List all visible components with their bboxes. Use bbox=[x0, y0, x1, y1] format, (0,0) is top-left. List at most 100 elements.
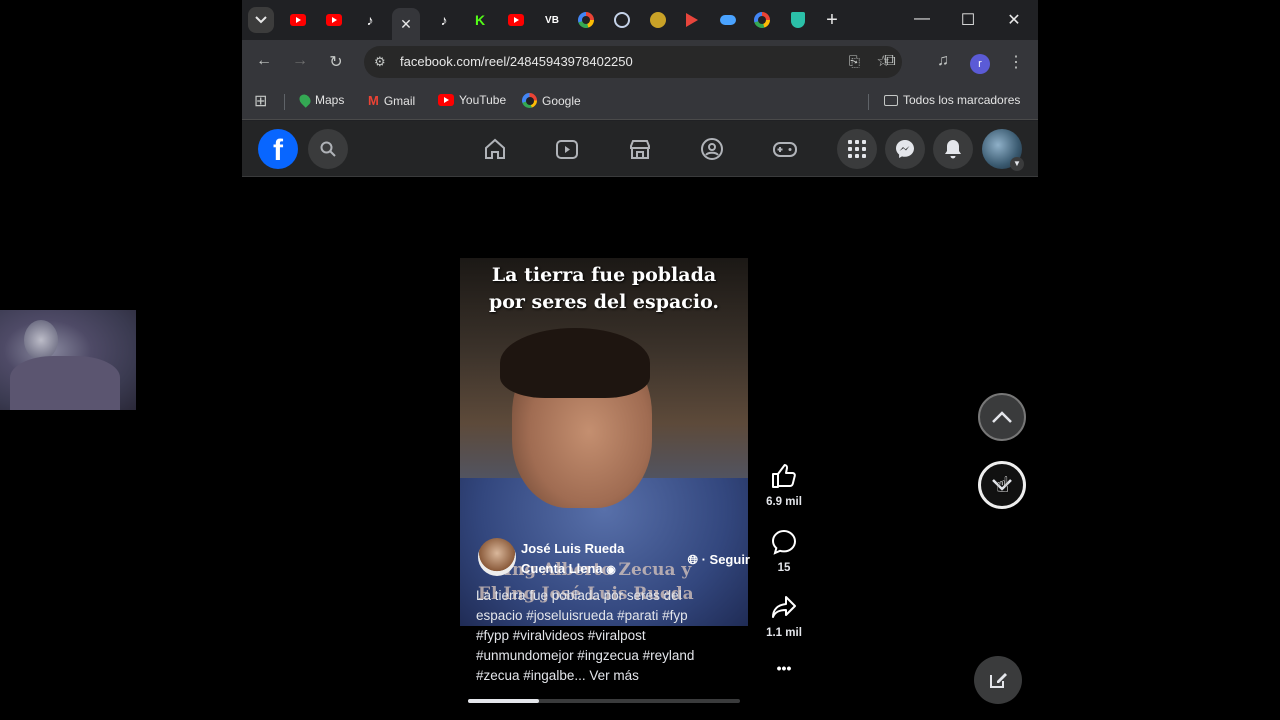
webcam-person-body bbox=[10, 356, 120, 410]
profile-avatar[interactable]: r bbox=[970, 54, 990, 74]
tab-google-1[interactable] bbox=[572, 8, 600, 32]
tab-vb[interactable]: VB bbox=[538, 8, 566, 32]
groups-icon bbox=[701, 138, 723, 160]
bookmark-youtube[interactable]: YouTube bbox=[438, 93, 506, 107]
tab-youtube-1[interactable] bbox=[284, 8, 312, 32]
forward-button[interactable]: → bbox=[290, 52, 310, 70]
google-icon bbox=[578, 12, 594, 28]
verified-icon: ◉ bbox=[606, 564, 616, 576]
tab-shield[interactable] bbox=[784, 8, 812, 32]
nav-marketplace[interactable] bbox=[626, 135, 654, 163]
profile-initial: r bbox=[978, 58, 982, 70]
bookmark-maps[interactable]: Maps bbox=[297, 92, 344, 108]
gaming-icon bbox=[773, 142, 797, 157]
author-account: Cuenta Llena ◉ bbox=[521, 561, 616, 576]
tab-monkey[interactable] bbox=[644, 8, 672, 32]
nav-gaming[interactable] bbox=[771, 135, 799, 163]
share-count: 1.1 mil bbox=[766, 627, 802, 639]
browser-window: ♪ ✕ ♪ K VB + — ☐ ✕ ← → ↻ ⚙ facebook.com/… bbox=[242, 0, 1038, 177]
nav-home[interactable] bbox=[481, 135, 509, 163]
tab-search-button[interactable] bbox=[248, 7, 274, 33]
messenger-button[interactable] bbox=[885, 129, 925, 169]
site-info-icon[interactable]: ⚙ bbox=[374, 54, 386, 70]
follow-button[interactable]: 🌐︎ · Seguir bbox=[688, 552, 750, 568]
webcam-person-head bbox=[24, 320, 58, 360]
apps-grid-icon[interactable]: ⊞ bbox=[254, 91, 267, 111]
all-bookmarks-label: Todos los marcadores bbox=[903, 93, 1021, 107]
account-avatar[interactable]: ▼ bbox=[982, 129, 1024, 171]
like-count: 6.9 mil bbox=[766, 496, 802, 508]
reel-author: José Luis Rueda Cuenta Llena ◉ 🌐︎ · Segu… bbox=[478, 538, 750, 582]
tab-tiktok-2[interactable]: ♪ bbox=[430, 8, 458, 32]
install-app-icon[interactable]: ⎘ bbox=[849, 53, 860, 70]
tab-google-2[interactable] bbox=[748, 8, 776, 32]
share-action[interactable]: 1.1 mil bbox=[756, 594, 812, 639]
extensions-icon[interactable]: ⧉ bbox=[880, 52, 900, 70]
back-button[interactable]: ← bbox=[254, 52, 274, 70]
menu-button[interactable] bbox=[837, 129, 877, 169]
tab-youtube-3[interactable] bbox=[502, 8, 530, 32]
all-bookmarks-folder[interactable]: Todos los marcadores bbox=[884, 93, 1020, 107]
address-bar[interactable]: ⚙ facebook.com/reel/24845943978402250 ⎘ … bbox=[364, 46, 902, 78]
youtube-icon bbox=[508, 14, 524, 26]
comment-action[interactable]: 15 bbox=[756, 529, 812, 574]
create-reel-button[interactable] bbox=[974, 656, 1022, 704]
tab-wordpress[interactable] bbox=[608, 8, 636, 32]
play-arrow-icon bbox=[686, 13, 698, 27]
more-options-button[interactable]: ••• bbox=[756, 660, 812, 676]
new-tab-button[interactable]: + bbox=[822, 9, 842, 32]
previous-reel-button[interactable] bbox=[978, 393, 1026, 441]
tab-kick[interactable]: K bbox=[466, 8, 494, 32]
share-icon bbox=[772, 596, 796, 618]
google-icon bbox=[522, 93, 537, 108]
notifications-button[interactable] bbox=[933, 129, 973, 169]
video-icon bbox=[556, 140, 578, 159]
facebook-logo[interactable]: f bbox=[258, 129, 298, 169]
bookmark-google[interactable]: Google bbox=[522, 93, 581, 108]
thumbs-up-icon bbox=[772, 464, 796, 488]
author-avatar[interactable] bbox=[478, 538, 516, 576]
chevron-up-icon bbox=[992, 411, 1012, 423]
account-chevron-icon: ▼ bbox=[1010, 157, 1024, 171]
bookmarks-bar: ⊞ Maps M Gmail YouTube Google Todos los … bbox=[242, 84, 1038, 120]
tab-cloud[interactable] bbox=[714, 8, 742, 32]
globe-icon: 🌐︎ bbox=[687, 552, 698, 567]
maximize-button[interactable]: ☐ bbox=[958, 10, 978, 30]
kick-icon: K bbox=[474, 12, 486, 28]
caption-line: #unmundomejor #ingzecua #reyland bbox=[476, 648, 695, 663]
reel-caption: La tierra fue poblada por seres del espa… bbox=[476, 586, 746, 686]
video-overlay-title: La tierra fue poblada por seres del espa… bbox=[460, 262, 748, 316]
tab-facebook-active[interactable]: ✕ bbox=[392, 8, 420, 40]
folder-icon bbox=[884, 94, 898, 106]
facebook-search-button[interactable] bbox=[308, 129, 348, 169]
bookmark-gmail[interactable]: M Gmail bbox=[368, 93, 415, 108]
chevron-down-icon bbox=[255, 16, 267, 24]
nav-groups[interactable] bbox=[698, 135, 726, 163]
caption-line: espacio #joseluisrueda #parati #fyp bbox=[476, 608, 688, 623]
youtube-icon bbox=[326, 14, 342, 26]
tab-arrow[interactable] bbox=[678, 8, 706, 32]
video-progress-bar[interactable] bbox=[468, 699, 740, 703]
facebook-header: f ▼ bbox=[242, 121, 1038, 177]
close-icon[interactable]: ✕ bbox=[400, 16, 412, 33]
tab-tiktok-1[interactable]: ♪ bbox=[356, 8, 384, 32]
google-icon bbox=[754, 12, 770, 28]
messenger-icon bbox=[896, 140, 914, 158]
bookmark-label: YouTube bbox=[459, 93, 507, 107]
minimize-button[interactable]: — bbox=[912, 10, 932, 28]
hand-cursor-icon: ☝︎ bbox=[996, 472, 1010, 497]
reload-button[interactable]: ↻ bbox=[326, 52, 346, 72]
youtube-icon bbox=[438, 94, 454, 106]
caption-line[interactable]: #zecua #ingalbe... Ver más bbox=[476, 666, 746, 686]
nav-video[interactable] bbox=[553, 135, 581, 163]
bookmarks-divider bbox=[284, 94, 285, 110]
maps-pin-icon bbox=[297, 92, 313, 108]
tab-youtube-2[interactable] bbox=[320, 8, 348, 32]
close-window-button[interactable]: ✕ bbox=[1004, 10, 1024, 30]
like-action[interactable]: 6.9 mil bbox=[756, 463, 812, 508]
caption-line: #fypp #viralvideos #viralpost bbox=[476, 628, 646, 643]
menu-kebab-icon[interactable]: ⋮ bbox=[1006, 52, 1026, 72]
media-controls-icon[interactable]: ♫ bbox=[933, 52, 953, 70]
home-icon bbox=[485, 138, 505, 159]
author-name[interactable]: José Luis Rueda bbox=[521, 541, 624, 556]
